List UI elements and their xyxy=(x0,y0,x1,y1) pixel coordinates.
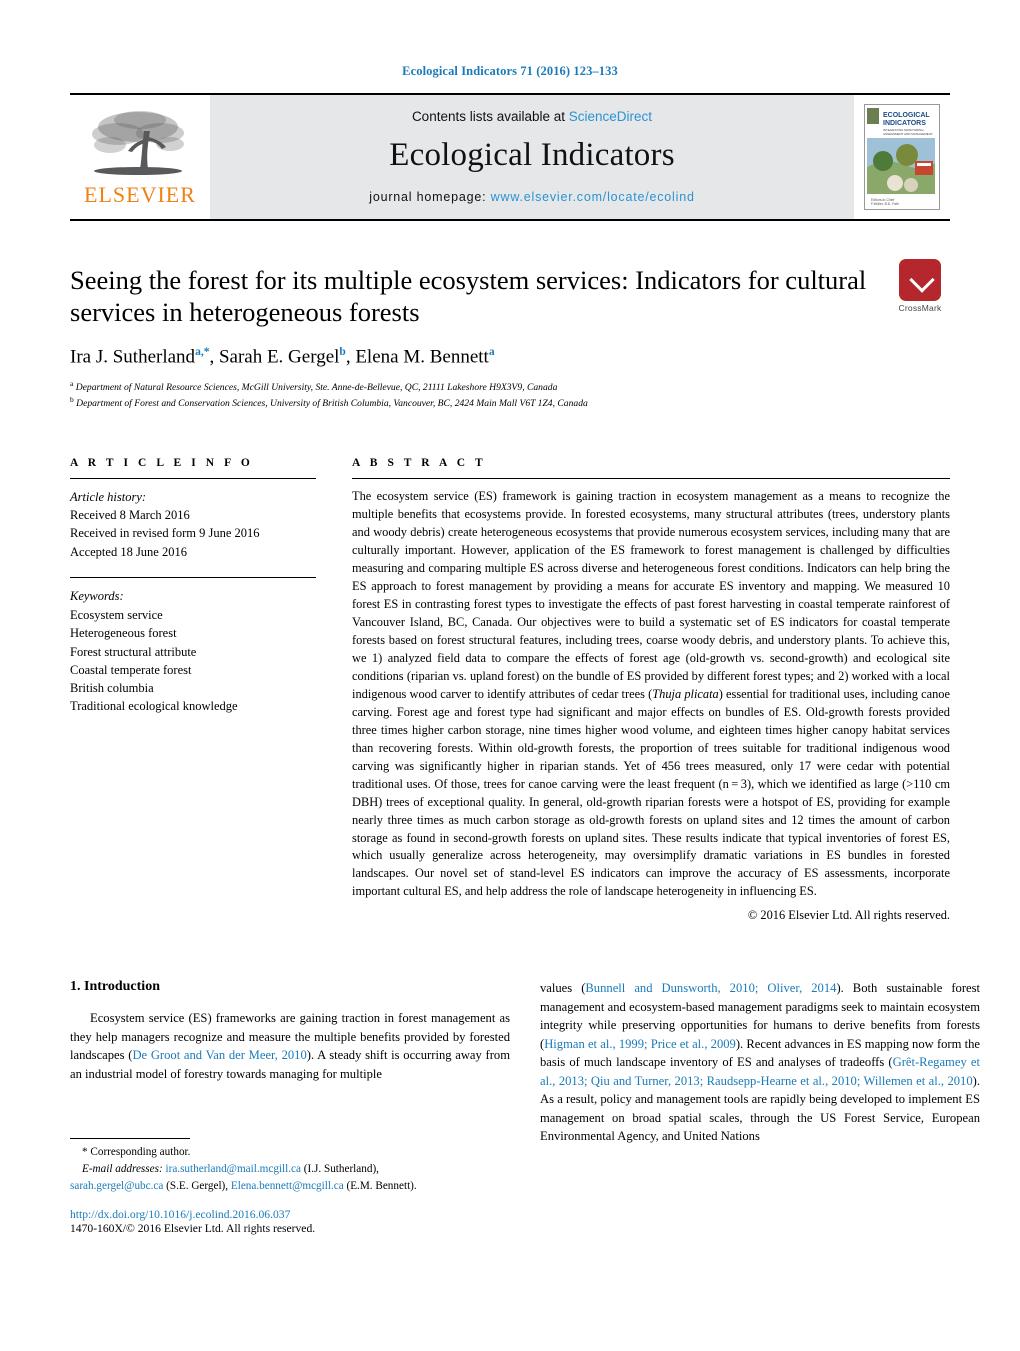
abstract-body: The ecosystem service (ES) framework is … xyxy=(352,488,950,926)
article-info-column: A R T I C L E I N F O Article history: R… xyxy=(70,457,316,926)
footnote-block: * Corresponding author. E-mail addresses… xyxy=(70,1138,510,1235)
publisher-logo: ELSEVIER xyxy=(70,95,210,219)
affiliation-marker: b xyxy=(70,394,74,404)
contents-available-line: Contents lists available at ScienceDirec… xyxy=(412,109,652,124)
svg-text:ECOLOGICAL: ECOLOGICAL xyxy=(883,112,930,119)
body-column-right: values (Bunnell and Dunsworth, 2010; Oli… xyxy=(540,979,980,1146)
author-list: Ira J. Sutherlanda,*, Sarah E. Gergelb, … xyxy=(70,345,495,367)
corresponding-author-note: * Corresponding author. xyxy=(82,1146,191,1158)
keyword-item: Heterogeneous forest xyxy=(70,626,177,641)
crossmark-label: CrossMark xyxy=(898,303,942,313)
citation-link[interactable]: Bunnell and Dunsworth, 2010; Oliver, 201… xyxy=(585,981,836,995)
affiliation-item: b Department of Forest and Conservation … xyxy=(70,395,950,411)
article-history-block: Article history: Received 8 March 2016 R… xyxy=(70,488,316,561)
species-name: Thuja plicata xyxy=(652,686,719,701)
svg-text:ASSESSMENT AND MANAGEMENT: ASSESSMENT AND MANAGEMENT xyxy=(883,132,933,136)
affiliation-list: a Department of Natural Resource Science… xyxy=(70,379,950,411)
doi-link[interactable]: http://dx.doi.org/10.1016/j.ecolind.2016… xyxy=(70,1208,510,1221)
issn-copyright: 1470-160X/© 2016 Elsevier Ltd. All right… xyxy=(70,1222,316,1236)
divider xyxy=(352,477,950,479)
svg-text:F.Müller, B.D. Fath: F.Müller, B.D. Fath xyxy=(871,202,899,206)
keyword-item: Traditional ecological knowledge xyxy=(70,699,238,714)
homepage-url-link[interactable]: www.elsevier.com/locate/ecolind xyxy=(491,190,695,204)
keyword-item: Forest structural attribute xyxy=(70,644,197,659)
keywords-block: Keywords: Ecosystem service Heterogeneou… xyxy=(70,587,316,716)
article-body: 1. Introduction Ecosystem service (ES) f… xyxy=(70,979,980,1146)
keywords-label: Keywords: xyxy=(70,588,124,603)
email-addresses-label: E-mail addresses: xyxy=(82,1162,163,1175)
divider xyxy=(70,477,316,479)
abstract-copyright: © 2016 Elsevier Ltd. All rights reserved… xyxy=(747,908,950,923)
intro-paragraph-left: Ecosystem service (ES) frameworks are ga… xyxy=(70,1009,510,1083)
sciencedirect-link[interactable]: ScienceDirect xyxy=(569,109,652,124)
intro-text-a: values ( xyxy=(540,981,586,996)
history-item: Received in revised form 9 June 2016 xyxy=(70,526,260,541)
journal-article-page: Ecological Indicators 71 (2016) 123–133 xyxy=(0,0,1020,1351)
author-name: Ira J. Sutherland xyxy=(70,345,196,367)
email-addresses-line-2: sarah.gergel@ubc.ca (S.E. Gergel), Elena… xyxy=(70,1178,510,1195)
page-title: Seeing the forest for its multiple ecosy… xyxy=(70,265,867,327)
divider xyxy=(70,576,316,578)
keyword-item: British columbia xyxy=(70,681,154,696)
abstract-part-1: The ecosystem service (ES) framework is … xyxy=(352,488,950,701)
doi-block: http://dx.doi.org/10.1016/j.ecolind.2016… xyxy=(70,1208,510,1235)
abstract-heading: A B S T R A C T xyxy=(352,456,487,469)
email-link[interactable]: ira.sutherland@mail.mcgill.ca xyxy=(165,1163,301,1175)
author-affiliation-marker: a xyxy=(488,345,495,358)
article-info-heading: A R T I C L E I N F O xyxy=(70,456,254,469)
article-title-block: CrossMark Seeing the forest for its mult… xyxy=(70,259,950,411)
author-name: Sarah E. Gergel xyxy=(218,345,340,367)
footnote-divider xyxy=(70,1138,190,1139)
citation-link[interactable]: De Groot and Van der Meer, 2010 xyxy=(132,1048,306,1062)
email-owner: (S.E. Gergel), xyxy=(166,1179,229,1192)
body-column-left: 1. Introduction Ecosystem service (ES) f… xyxy=(70,979,510,1146)
running-head: Ecological Indicators 71 (2016) 123–133 xyxy=(402,64,618,78)
affiliation-item: a Department of Natural Resource Science… xyxy=(70,379,950,395)
crossmark-badge[interactable]: CrossMark xyxy=(889,259,951,313)
email-owner: (I.J. Sutherland), xyxy=(303,1162,379,1175)
email-owner: (E.M. Bennett). xyxy=(346,1179,417,1192)
keyword-item: Ecosystem service xyxy=(70,608,163,623)
intro-paragraph-right: values (Bunnell and Dunsworth, 2010; Oli… xyxy=(540,979,980,1146)
elsevier-wordmark: ELSEVIER xyxy=(84,181,196,207)
abstract-text: The ecosystem service (ES) framework is … xyxy=(352,488,950,902)
crossmark-icon xyxy=(899,259,941,301)
section-heading-introduction: 1. Introduction xyxy=(70,979,160,995)
article-history-label: Article history: xyxy=(70,489,147,504)
masthead-center: Contents lists available at ScienceDirec… xyxy=(210,95,854,219)
history-item: Received 8 March 2016 xyxy=(70,508,190,523)
contents-prefix: Contents lists available at xyxy=(411,108,569,124)
abstract-column: A B S T R A C T The ecosystem service (E… xyxy=(352,457,950,926)
journal-homepage-line: journal homepage: www.elsevier.com/locat… xyxy=(369,190,694,204)
keywords-list: Ecosystem service Heterogeneous forest F… xyxy=(70,606,316,716)
email-addresses-line: E-mail addresses: ira.sutherland@mail.mc… xyxy=(70,1161,510,1178)
svg-text:INDICATORS: INDICATORS xyxy=(883,120,926,127)
journal-title: Ecological Indicators xyxy=(389,136,675,173)
email-link[interactable]: Elena.bennett@mcgill.ca xyxy=(231,1180,344,1192)
affiliation-text: Department of Natural Resource Sciences,… xyxy=(75,381,558,393)
abstract-part-2: ) essential for traditional uses, includ… xyxy=(352,686,950,899)
elsevier-tree-icon xyxy=(92,110,184,175)
email-link[interactable]: sarah.gergel@ubc.ca xyxy=(70,1180,163,1192)
affiliation-marker: a xyxy=(70,378,74,388)
citation-link[interactable]: Higman et al., 1999; Price et al., 2009 xyxy=(544,1037,736,1051)
masthead-cover-slot: ECOLOGICAL INDICATORS INTEGRATING MONITO… xyxy=(854,95,950,219)
author-affiliation-marker: b xyxy=(339,345,346,358)
affiliation-text: Department of Forest and Conservation Sc… xyxy=(76,397,588,409)
history-item: Accepted 18 June 2016 xyxy=(70,544,187,559)
keyword-item: Coastal temperate forest xyxy=(70,662,192,677)
info-abstract-area: A R T I C L E I N F O Article history: R… xyxy=(70,457,950,926)
author-name: Elena M. Bennett xyxy=(355,345,489,367)
journal-cover-thumbnail: ECOLOGICAL INDICATORS INTEGRATING MONITO… xyxy=(864,104,940,210)
journal-masthead: ELSEVIER Contents lists available at Sci… xyxy=(70,93,950,221)
homepage-prefix: journal homepage: xyxy=(369,189,491,204)
author-affiliation-marker: a,* xyxy=(195,345,210,358)
